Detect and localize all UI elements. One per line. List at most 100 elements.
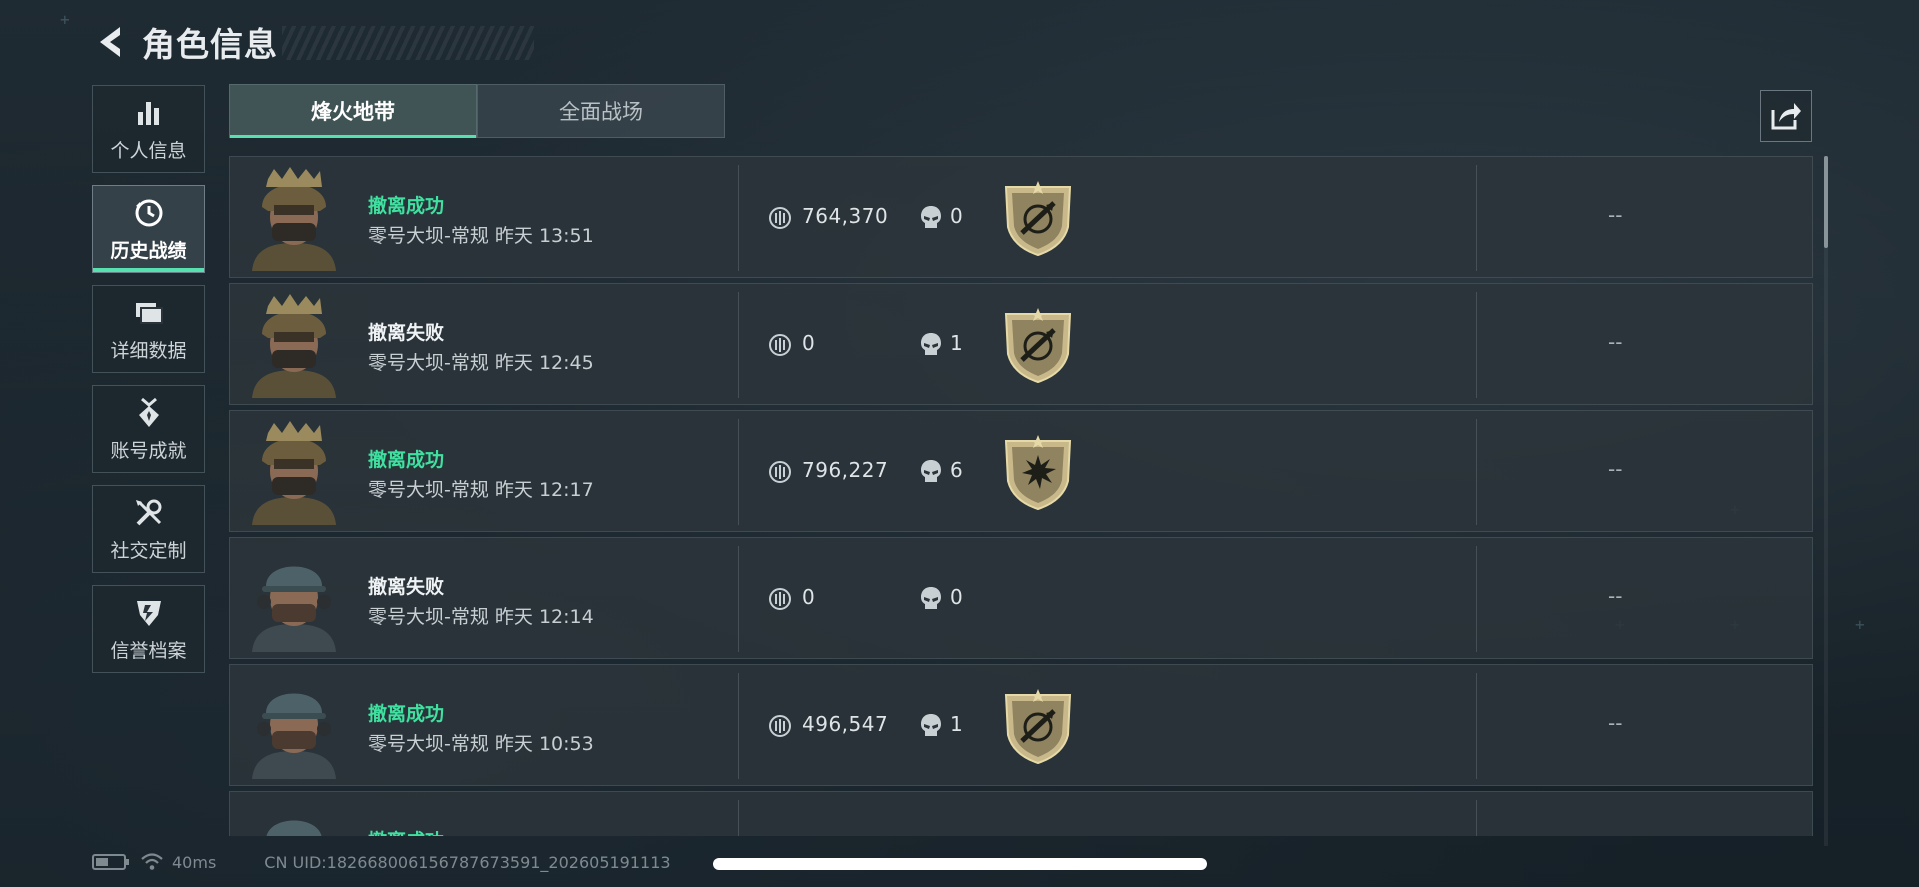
column-divider xyxy=(738,165,739,271)
extra-stat: -- xyxy=(1608,711,1623,735)
extraction-status: 撤离失败 xyxy=(368,322,445,344)
match-row[interactable]: 撤离成功 xyxy=(229,791,1813,836)
column-divider xyxy=(1476,673,1477,779)
operator-avatar xyxy=(266,820,322,836)
sidebar-item-achievements[interactable]: 账号成就 xyxy=(92,385,205,473)
kill-count: 0 xyxy=(950,204,963,228)
column-divider xyxy=(738,673,739,779)
match-row[interactable]: 撤离成功 零号大坝-常规 昨天 10:53 496,547 1 -- xyxy=(229,664,1813,786)
sidebar-item-label: 个人信息 xyxy=(110,139,187,162)
sidebar-item-label: 历史战绩 xyxy=(110,239,187,262)
match-time: 昨天 10:53 xyxy=(494,733,594,755)
medal-icon xyxy=(132,396,166,430)
sidebar-item-reputation[interactable]: 信誉档案 xyxy=(92,585,205,673)
extraction-status: 撤离成功 xyxy=(368,195,445,217)
extracted-value: 496,547 xyxy=(802,712,889,736)
cards-icon xyxy=(132,296,166,330)
sidebar-item-social-custom[interactable]: 社交定制 xyxy=(92,485,205,573)
scrollbar[interactable] xyxy=(1824,156,1828,846)
kill-count: 0 xyxy=(950,585,963,609)
match-info: 零号大坝-常规 昨天 12:45 xyxy=(368,348,594,375)
extraction-status: 撤离成功 xyxy=(368,449,445,471)
currency-icon xyxy=(769,461,791,483)
match-row[interactable]: 撤离失败零号大坝-常规 昨天 12:14 0 0 -- xyxy=(229,537,1813,659)
sidebar-item-label: 账号成就 xyxy=(110,439,187,462)
page-header: 角色信息 xyxy=(92,20,534,64)
extracted-value: 764,370 xyxy=(802,204,889,228)
skull-icon xyxy=(921,587,941,609)
back-button[interactable] xyxy=(92,22,128,62)
skull-icon xyxy=(921,460,941,482)
extra-stat: -- xyxy=(1608,584,1623,608)
match-time: 昨天 12:14 xyxy=(494,606,594,628)
sidebar-item-label: 社交定制 xyxy=(110,539,187,562)
scrollbar-thumb[interactable] xyxy=(1824,156,1828,248)
currency-icon xyxy=(769,334,791,356)
map-name: 零号大坝-常规 xyxy=(368,225,489,247)
map-name: 零号大坝-常规 xyxy=(368,733,489,755)
ping-value: 40ms xyxy=(172,852,217,872)
mode-tabs: 烽火地带 全面战场 xyxy=(229,84,725,138)
wifi-icon xyxy=(141,853,163,870)
column-divider xyxy=(738,292,739,398)
sidebar-item-label: 信誉档案 xyxy=(110,639,187,662)
shield-icon xyxy=(132,596,166,630)
extracted-value: 0 xyxy=(802,585,816,609)
sidebar-item-detailed-data[interactable]: 详细数据 xyxy=(92,285,205,373)
skull-icon xyxy=(921,714,941,736)
extraction-status: 撤离成功 xyxy=(368,703,445,725)
column-divider xyxy=(738,800,739,836)
match-time: 昨天 13:51 xyxy=(494,225,594,247)
clock-icon xyxy=(132,196,166,230)
tab-full-battlefield[interactable]: 全面战场 xyxy=(477,84,725,138)
operator-avatar xyxy=(252,421,336,525)
match-row[interactable]: 撤离成功零号大坝-常规 昨天 12:17 796,227 6 -- xyxy=(229,410,1813,532)
achievement-badge-icon xyxy=(1004,689,1072,765)
extraction-status: 撤离成功 xyxy=(368,826,444,836)
status-footer: 40ms CN UID:182668006156787673591_202605… xyxy=(92,850,671,874)
player-uid: CN UID:182668006156787673591_20260519111… xyxy=(264,852,671,872)
chevron-left-icon xyxy=(100,27,120,57)
sidebar-item-match-history[interactable]: 历史战绩 xyxy=(92,185,205,273)
header-decoration xyxy=(282,26,534,60)
bar-chart-icon xyxy=(132,96,166,130)
map-name: 零号大坝-常规 xyxy=(368,479,489,501)
achievement-badge-icon xyxy=(1004,181,1072,257)
extra-stat: -- xyxy=(1608,457,1623,481)
operator-avatar xyxy=(252,294,336,398)
match-row[interactable]: 撤离成功零号大坝-常规 昨天 13:51 764,370 0 -- xyxy=(229,156,1813,278)
decor-mark: + xyxy=(1855,615,1865,634)
match-history-list: 撤离成功 零号大坝-常规 昨天 13:51 764,370 0 -- 撤离失败 零号大坝-常… xyxy=(229,156,1813,836)
match-info: 零号大坝-常规 昨天 10:53 xyxy=(368,729,594,756)
kill-count: 6 xyxy=(950,458,963,482)
operator-avatar xyxy=(252,693,336,779)
achievement-badge-icon xyxy=(1004,308,1072,384)
operator-avatar xyxy=(252,566,336,652)
match-time: 昨天 12:17 xyxy=(494,479,594,501)
extra-stat: -- xyxy=(1608,203,1623,227)
sidebar-item-personal-info[interactable]: 个人信息 xyxy=(92,85,205,173)
currency-icon xyxy=(769,588,791,610)
map-name: 零号大坝-常规 xyxy=(368,606,489,628)
home-indicator[interactable] xyxy=(713,858,1207,870)
page-title: 角色信息 xyxy=(142,25,278,64)
column-divider xyxy=(738,419,739,525)
match-row[interactable]: 撤离失败 零号大坝-常规 昨天 12:45 0 1 -- xyxy=(229,283,1813,405)
tab-warzone-extraction[interactable]: 烽火地带 xyxy=(229,84,477,138)
extraction-status: 撤离失败 xyxy=(368,576,445,598)
kill-count: 1 xyxy=(950,331,963,355)
extracted-value: 796,227 xyxy=(802,458,889,482)
match-info: 零号大坝-常规 昨天 12:14 xyxy=(368,602,594,629)
match-info: 零号大坝-常规 昨天 13:51 xyxy=(368,221,594,248)
column-divider xyxy=(1476,165,1477,271)
column-divider xyxy=(1476,292,1477,398)
extra-stat: -- xyxy=(1608,330,1623,354)
match-time: 昨天 12:45 xyxy=(494,352,594,374)
operator-avatar xyxy=(252,167,336,271)
achievement-badge-icon xyxy=(1004,435,1072,511)
currency-icon xyxy=(769,715,791,737)
share-icon xyxy=(1771,103,1801,130)
battery-icon xyxy=(92,854,129,870)
share-button[interactable] xyxy=(1760,90,1812,142)
tools-icon xyxy=(132,496,166,530)
